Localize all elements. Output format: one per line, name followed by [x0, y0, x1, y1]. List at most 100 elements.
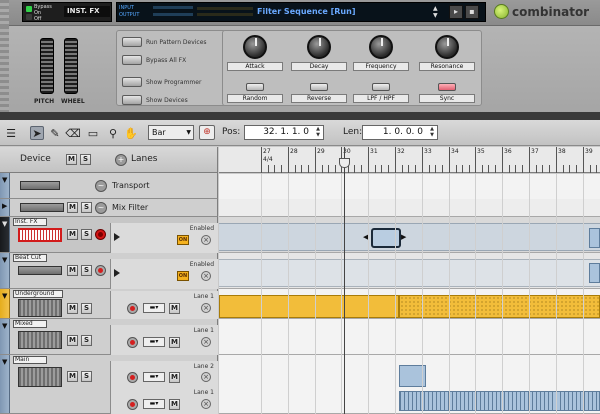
lane-record-button[interactable]	[127, 399, 138, 410]
on-button[interactable]: ON	[177, 235, 189, 245]
browse-patch-icon[interactable]: ▸	[449, 5, 463, 19]
solo-button[interactable]: S	[81, 229, 92, 240]
fold-led[interactable]	[26, 14, 32, 20]
length-spinner-icon[interactable]: ▲ ▼	[428, 126, 436, 139]
track-tab[interactable]: ▼	[0, 217, 10, 252]
track-inst-fx[interactable]: ▼ Inst. FX M S Enabled ON ×	[0, 217, 218, 253]
mute-button[interactable]: M	[67, 303, 78, 314]
track-transport[interactable]: ▼ ~ Transport	[0, 173, 218, 199]
song-position-marker[interactable]	[344, 147, 345, 414]
eraser-tool-icon[interactable]: ⌫	[65, 126, 81, 140]
bypass-all-fx-pad[interactable]	[122, 55, 142, 65]
timeline-ruler[interactable]: 27282930313233343536373839404/4	[219, 147, 600, 173]
track-tab[interactable]: ▼	[0, 173, 10, 198]
snap-select[interactable]: Bar ▼	[148, 125, 194, 140]
track-tab[interactable]: ▶	[0, 199, 10, 216]
sync-button[interactable]	[438, 83, 456, 91]
selected-pattern-clip[interactable]	[371, 228, 401, 248]
solo-button[interactable]: S	[81, 303, 92, 314]
delete-lane-icon[interactable]: ×	[201, 337, 211, 347]
track-mix-filter[interactable]: ▶ M S ~ Mix Filter	[0, 199, 218, 217]
run-pattern-pad[interactable]	[122, 37, 142, 47]
mute-button[interactable]: M	[67, 335, 78, 346]
lane-select[interactable]: ▬▾	[143, 337, 165, 347]
attack-knob[interactable]	[243, 35, 267, 59]
patch-arrows[interactable]: ▲ ▼	[433, 5, 438, 19]
clip[interactable]	[399, 391, 600, 411]
lane-select[interactable]: ▬▾	[143, 303, 165, 313]
delete-lane-icon[interactable]: ×	[201, 399, 211, 409]
mute-header-button[interactable]: M	[66, 154, 77, 165]
lane-mute-button[interactable]: M	[169, 372, 180, 383]
clip[interactable]	[589, 263, 600, 283]
on-button[interactable]: ON	[177, 271, 189, 281]
lane-mute-button[interactable]: M	[169, 303, 180, 314]
solo-button[interactable]: S	[81, 371, 92, 382]
solo-button[interactable]: S	[81, 202, 92, 213]
magnify-tool-icon[interactable]: ⚲	[106, 126, 120, 140]
snap-toggle-icon[interactable]: ⊕	[199, 125, 215, 140]
pitch-wheel[interactable]	[40, 38, 54, 94]
position-field[interactable]: 32. 1. 1. 0	[244, 125, 324, 140]
lane-select[interactable]: ▬▾	[143, 372, 165, 382]
expand-arrow-icon[interactable]: ▼	[2, 292, 7, 300]
lane-mute-button[interactable]: M	[169, 399, 180, 410]
track-tab[interactable]: ▼	[0, 319, 10, 354]
solo-button[interactable]: S	[81, 335, 92, 346]
mute-button[interactable]: M	[67, 371, 78, 382]
delete-lane-icon[interactable]: ×	[201, 271, 211, 281]
track-beat-cut[interactable]: ▼ Beat Cut M S Enabled ON ×	[0, 253, 218, 289]
track-mixed[interactable]: ▼ Mixed M S Lane 1 ▬▾ M ×	[0, 319, 218, 355]
reverse-button[interactable]	[310, 83, 328, 91]
delete-lane-icon[interactable]: ×	[201, 372, 211, 382]
record-enable-button[interactable]	[95, 229, 106, 240]
decay-knob[interactable]	[307, 35, 331, 59]
track-tab[interactable]: ▼	[0, 289, 10, 318]
lane-toggle-icon[interactable]: ~	[95, 202, 107, 214]
expand-arrow-icon[interactable]: ▼	[2, 256, 7, 264]
lane-record-button[interactable]	[127, 303, 138, 314]
lane-expand-icon[interactable]	[114, 233, 120, 241]
mod-wheel[interactable]	[64, 38, 78, 94]
solo-button[interactable]: S	[81, 265, 92, 276]
lpf-hpf-button[interactable]	[372, 83, 390, 91]
song-position-handle[interactable]	[339, 158, 350, 168]
lane-record-button[interactable]	[127, 372, 138, 383]
lane-toggle-icon[interactable]: ~	[95, 180, 107, 192]
record-enable-button[interactable]	[95, 265, 106, 276]
track-main[interactable]: ▼ Main M S Lane 2 ▬▾ M × Lane 1 ▬▾ M ×	[0, 355, 218, 414]
patch-name-display[interactable]: INST. FX	[64, 6, 110, 17]
delete-lane-icon[interactable]: ×	[201, 303, 211, 313]
expand-arrow-icon[interactable]: ▼	[2, 220, 7, 228]
mute-button[interactable]: M	[67, 265, 78, 276]
clip[interactable]	[399, 295, 600, 318]
clip[interactable]	[589, 228, 600, 248]
mute-button[interactable]: M	[67, 229, 78, 240]
track-tab[interactable]: ▼	[0, 355, 10, 413]
lane-record-button[interactable]	[127, 337, 138, 348]
length-field[interactable]: 1. 0. 0. 0	[362, 125, 438, 140]
lane-expand-icon[interactable]	[114, 269, 120, 277]
expand-arrow-icon[interactable]: ▼	[2, 176, 7, 184]
bypass-led[interactable]	[26, 6, 32, 12]
expand-arrow-icon[interactable]: ▼	[2, 358, 7, 366]
run-pattern-devices-button[interactable]: Run Pattern Devices	[122, 37, 207, 47]
bypass-all-fx-button[interactable]: Bypass All FX	[122, 55, 186, 65]
pencil-tool-icon[interactable]: ✎	[48, 126, 62, 140]
save-patch-icon[interactable]: ▪	[465, 5, 479, 19]
razor-tool-icon[interactable]: ▭	[86, 126, 100, 140]
mute-button[interactable]: M	[67, 202, 78, 213]
lane-mute-button[interactable]: M	[169, 337, 180, 348]
track-tab[interactable]: ▼	[0, 253, 10, 288]
arrangement-area[interactable]: ◀ ▶	[219, 174, 600, 414]
show-devices-button[interactable]: Show Devices	[122, 95, 188, 105]
show-programmer-pad[interactable]	[122, 77, 142, 87]
resize-right-icon[interactable]: ▶	[401, 233, 406, 241]
add-lane-icon[interactable]: +	[115, 154, 127, 166]
clip[interactable]	[219, 295, 399, 318]
expand-arrow-icon[interactable]: ▶	[2, 202, 7, 210]
hand-tool-icon[interactable]: ✋	[124, 126, 138, 140]
frequency-knob[interactable]	[369, 35, 393, 59]
show-devices-pad[interactable]	[122, 95, 142, 105]
arrow-tool-icon[interactable]: ➤	[30, 126, 44, 140]
